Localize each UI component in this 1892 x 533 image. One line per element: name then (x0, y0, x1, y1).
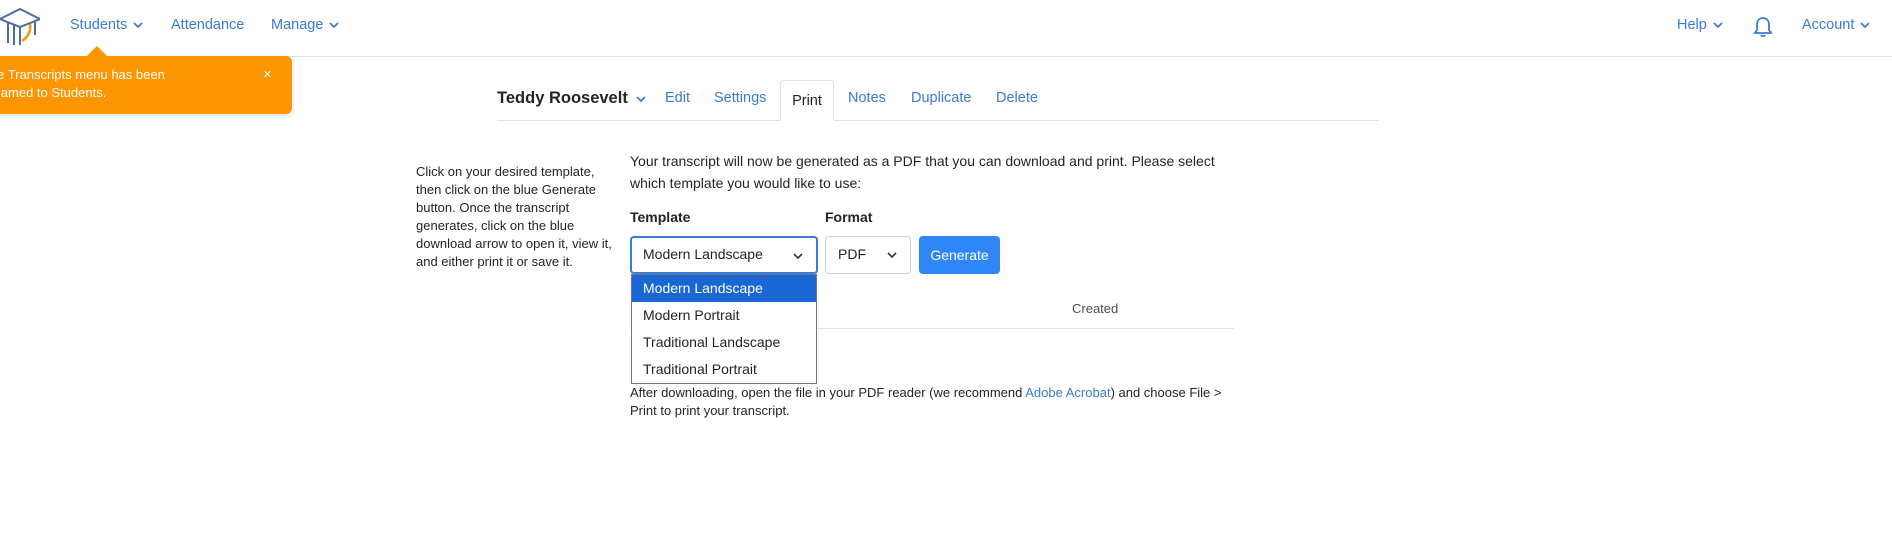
template-select[interactable]: Modern Landscape (630, 236, 818, 274)
bell-icon[interactable] (1753, 16, 1773, 38)
intro-text: Your transcript will now be generated as… (630, 153, 1215, 191)
template-option-modern-portrait[interactable]: Modern Portrait (632, 302, 816, 329)
chevron-down-icon (887, 252, 897, 259)
nav-attendance-label: Attendance (171, 17, 245, 33)
toast-pointer (87, 46, 107, 56)
nav-help[interactable]: Help (1677, 17, 1724, 33)
tab-edit[interactable]: Edit (665, 90, 690, 106)
template-option-traditional-landscape[interactable]: Traditional Landscape (632, 329, 816, 356)
chevron-down-icon (636, 95, 646, 102)
tab-print[interactable]: Print (780, 80, 834, 121)
tab-notes[interactable]: Notes (848, 90, 886, 106)
nav-students-label: Students (70, 17, 128, 33)
nav-manage-label: Manage (271, 17, 324, 33)
template-label: Template (630, 209, 691, 225)
generate-button[interactable]: Generate (919, 236, 1000, 274)
format-select-value: PDF (838, 246, 866, 262)
student-name: Teddy Roosevelt (497, 89, 628, 107)
template-option-traditional-portrait[interactable]: Traditional Portrait (632, 356, 816, 383)
tab-delete[interactable]: Delete (996, 90, 1038, 106)
chevron-down-icon (1860, 22, 1871, 29)
format-select[interactable]: PDF (825, 236, 911, 274)
download-instructions: After downloading, open the file in your… (630, 384, 1240, 420)
format-label: Format (825, 209, 873, 225)
toast-message: The Transcripts menu has been renamed to… (0, 67, 165, 100)
download-instructions-text: After downloading, open the file in your… (630, 385, 1026, 400)
nav-account[interactable]: Account (1802, 17, 1871, 33)
tabs-divider (497, 120, 1379, 121)
chevron-down-icon (1713, 22, 1723, 29)
template-option-modern-landscape[interactable]: Modern Landscape (632, 275, 816, 302)
tab-duplicate[interactable]: Duplicate (911, 90, 971, 106)
nav-students[interactable]: Students (70, 17, 144, 33)
chevron-down-icon (329, 22, 340, 29)
top-navbar: Students Attendance Manage Help Account (0, 0, 1892, 57)
nav-manage[interactable]: Manage (271, 17, 340, 33)
chevron-down-icon (793, 253, 803, 260)
template-dropdown-list: Modern Landscape Modern Portrait Traditi… (631, 274, 817, 384)
notification-toast: The Transcripts menu has been renamed to… (0, 46, 292, 114)
adobe-acrobat-link[interactable]: Adobe Acrobat (1025, 385, 1110, 400)
nav-attendance[interactable]: Attendance (171, 17, 244, 33)
created-column-header[interactable]: Created (1072, 301, 1118, 316)
instructions-text: Click on your desired template, then cli… (416, 164, 612, 269)
toast-close-button[interactable]: × (263, 67, 272, 82)
nav-help-label: Help (1677, 17, 1707, 33)
chevron-down-icon (133, 22, 143, 29)
tab-settings[interactable]: Settings (714, 90, 766, 106)
graduation-cap-logo-icon[interactable] (0, 5, 40, 47)
nav-account-label: Account (1802, 17, 1855, 33)
template-select-value: Modern Landscape (643, 246, 763, 262)
student-selector[interactable]: Teddy Roosevelt (497, 89, 647, 108)
